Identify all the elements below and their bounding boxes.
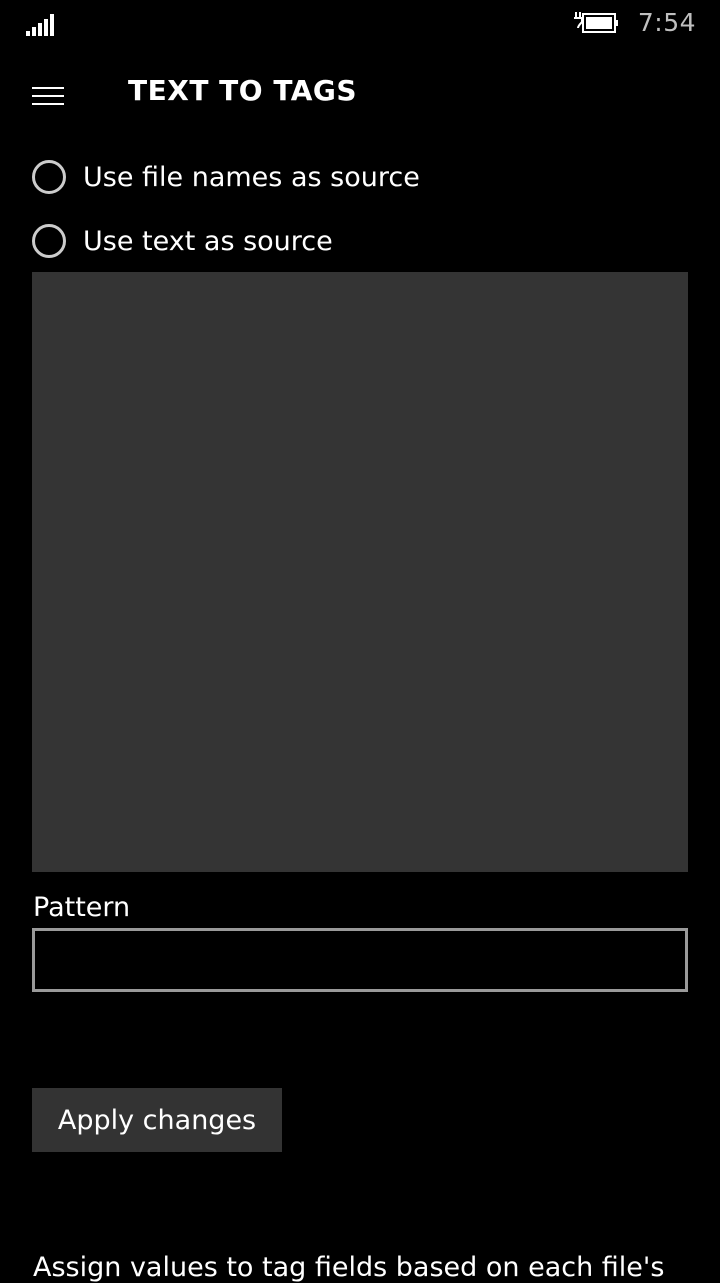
apply-changes-button[interactable]: Apply changes bbox=[32, 1088, 282, 1152]
pattern-label: Pattern bbox=[33, 892, 131, 923]
page-title: TEXT TO TAGS bbox=[128, 74, 358, 107]
description-text: Assign values to tag fields based on eac… bbox=[33, 1252, 665, 1283]
radio-label-text: Use text as source bbox=[83, 225, 333, 257]
radio-use-text[interactable]: Use text as source bbox=[32, 219, 333, 263]
radio-use-file-names[interactable]: Use file names as source bbox=[32, 155, 420, 199]
radio-label-file-names: Use file names as source bbox=[83, 161, 420, 193]
radio-circle-icon[interactable] bbox=[32, 224, 66, 258]
clock: 7:54 bbox=[637, 8, 696, 37]
source-text-area[interactable] bbox=[32, 272, 688, 872]
signal-strength-icon bbox=[26, 14, 54, 36]
hamburger-menu-icon[interactable] bbox=[32, 84, 66, 110]
status-bar: 7:54 bbox=[0, 0, 720, 48]
pattern-input[interactable] bbox=[32, 928, 688, 992]
battery-charging-icon bbox=[574, 12, 618, 33]
radio-circle-icon[interactable] bbox=[32, 160, 66, 194]
